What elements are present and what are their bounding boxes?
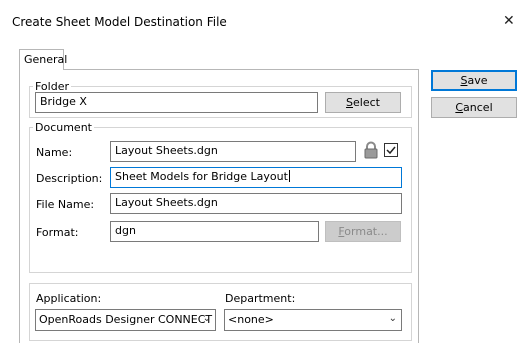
description-label: Description: (36, 172, 103, 185)
format-button: Format... (325, 221, 401, 242)
application-dropdown[interactable]: OpenRoads Designer CONNECT ⌄ (35, 309, 216, 331)
tab-general[interactable]: General (19, 49, 67, 70)
dialog-title: Create Sheet Model Destination File (12, 15, 227, 29)
description-value: Sheet Models for Bridge Layout (115, 170, 288, 183)
chevron-down-icon: ⌄ (202, 313, 211, 324)
name-lock-checkbox[interactable] (384, 143, 398, 157)
filename-field[interactable]: Layout Sheets.dgn (110, 193, 402, 214)
department-value: <none> (228, 313, 274, 326)
application-value: OpenRoads Designer CONNECT (39, 313, 213, 326)
name-field[interactable]: Layout Sheets.dgn (110, 141, 356, 162)
format-label: Format: (36, 226, 79, 239)
application-label: Application: (36, 292, 102, 305)
text-caret (288, 170, 290, 182)
description-field[interactable]: Sheet Models for Bridge Layout (110, 167, 402, 188)
lock-icon[interactable] (363, 141, 379, 159)
document-group-label: Document (33, 121, 94, 134)
folder-field[interactable]: Bridge X (35, 92, 318, 113)
chevron-down-icon: ⌄ (388, 313, 397, 324)
format-field[interactable]: dgn (110, 221, 319, 242)
close-icon[interactable]: ✕ (503, 13, 515, 29)
filename-label: File Name: (36, 198, 95, 211)
name-label: Name: (36, 146, 73, 159)
save-button[interactable]: Save (431, 70, 517, 91)
cancel-button[interactable]: Cancel (431, 97, 517, 118)
department-label: Department: (225, 292, 296, 305)
department-dropdown[interactable]: <none> ⌄ (224, 309, 402, 331)
select-folder-button[interactable]: Select (325, 92, 401, 113)
